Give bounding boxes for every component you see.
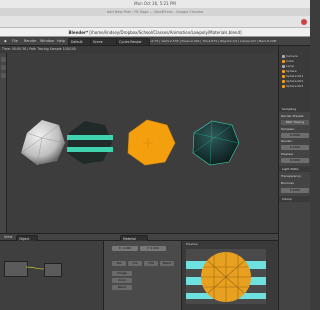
blender-title-prefix: Blender* (68, 30, 89, 35)
system-clock-bar: Mon Oct 26, 5:21 PM (0, 0, 310, 8)
properties-row: Samples: (281, 127, 295, 131)
clock-text: Mon Oct 26, 5:21 PM (134, 1, 176, 6)
browser-tab-strip[interactable] (0, 16, 310, 28)
properties-section-header[interactable]: Sampling (279, 106, 311, 112)
outliner-item-label: Sphere.002 (286, 79, 304, 83)
texture-tab[interactable]: Col (128, 261, 142, 266)
coord-field[interactable]: Y: 0.000 (140, 246, 166, 251)
outliner-item-label: Cube (286, 59, 294, 63)
tool-icon[interactable] (1, 65, 6, 70)
node-editor-header: View Object Material (0, 233, 278, 243)
object-icon (282, 79, 285, 83)
close-icon[interactable] (301, 19, 307, 25)
outliner-item-label: Sphere.003 (286, 84, 304, 88)
outliner-item-label: Camera (286, 54, 298, 58)
properties-row: Transparency (281, 174, 302, 178)
tool-icon[interactable] (1, 57, 6, 62)
texture-option[interactable]: Blend (112, 285, 132, 290)
tool-shelf (0, 53, 7, 233)
material-preview: Preview (182, 241, 278, 310)
value-field[interactable]: 0.1000 (281, 133, 309, 138)
scene-selector[interactable]: Scene (90, 38, 118, 46)
striped-sphere[interactable] (67, 121, 113, 164)
outliner-item[interactable]: Sphere.001 (282, 74, 308, 78)
outliner-item[interactable]: Sphere.003 (282, 84, 308, 88)
texture-tab[interactable]: Blend (160, 261, 174, 266)
browser-title: Add New Post ‹ PA Sage — WordPress - Goo… (106, 10, 204, 14)
outliner-item[interactable]: Sphere (282, 69, 308, 73)
menu-render[interactable]: Render (22, 38, 38, 45)
outliner-item-label: Sphere (286, 69, 297, 73)
blender-logo-icon[interactable]: ◆ (2, 38, 9, 45)
render-engine-selector[interactable]: Cycles Render (116, 38, 150, 46)
value-field[interactable]: 0.1000 (281, 145, 309, 150)
3d-viewport[interactable] (7, 53, 278, 233)
outliner-item-label: Sphere.001 (286, 74, 304, 78)
value-field[interactable]: 0.1000 (281, 188, 309, 193)
texture-tab[interactable]: Flat (144, 261, 158, 266)
texture-option[interactable]: Color (112, 278, 132, 283)
object-icon (282, 64, 285, 68)
white-sphere[interactable] (20, 120, 66, 166)
orange-sphere[interactable] (127, 119, 176, 166)
tool-icon[interactable] (1, 73, 6, 78)
preview-sphere (201, 252, 251, 302)
texture-panel: Tex Col Flat Blend Image Color Blend X: … (104, 241, 182, 310)
texture-tab[interactable]: Tex (112, 261, 126, 266)
value-field[interactable]: 0.1000 (281, 158, 309, 163)
object-icon (282, 74, 285, 78)
render-progress-text: Time: 00:00.38 | Path Tracing Sample 100… (2, 47, 76, 51)
viewport-info: Time: 00:00.38 | Path Tracing Sample 100… (0, 46, 278, 53)
coord-field[interactable]: X: 0.000 (112, 246, 138, 251)
object-icon (282, 69, 285, 73)
outliner-item[interactable]: Lamp (282, 64, 308, 68)
outliner-item[interactable]: Camera (282, 54, 308, 58)
menu-window[interactable]: Window (38, 38, 56, 45)
properties-row: Render: (281, 139, 293, 143)
menu-file[interactable]: File (10, 38, 20, 45)
outliner-item[interactable]: Cube (282, 59, 308, 63)
object-icon (282, 84, 285, 88)
properties-section-header[interactable]: Light Paths (279, 166, 311, 172)
properties-row: Render Presets (281, 114, 304, 118)
blender-file-path: [/home/lindsey/Dropbox/School/Classes/An… (89, 30, 242, 35)
scene-stats: v2.75 | Verts:2,536 | Faces:2,494 | Tris… (150, 39, 277, 43)
outliner-item-label: Lamp (286, 64, 295, 68)
dark-teal-sphere[interactable] (192, 120, 240, 166)
render-canvas[interactable] (7, 53, 278, 233)
blender-window-title: Blender* [/home/lindsey/Dropbox/School/C… (0, 28, 310, 37)
browser-title-bar: Add New Post ‹ PA Sage — WordPress - Goo… (0, 8, 310, 16)
view-menu[interactable]: View (2, 234, 14, 241)
preview-render (186, 249, 266, 304)
layout-selector[interactable]: Default (68, 38, 92, 46)
outliner-panel: Camera Cube Lamp Sphere Sphere.001 Spher… (278, 46, 310, 106)
properties-row: Bounces (281, 181, 294, 185)
object-icon (282, 59, 285, 63)
object-icon (282, 54, 285, 58)
node-editor[interactable] (0, 241, 104, 310)
node-links (25, 266, 45, 270)
integrator-selector[interactable]: Path Tracing (281, 120, 309, 125)
texture-option[interactable]: Image (112, 271, 132, 276)
outliner-item[interactable]: Sphere.002 (282, 79, 308, 83)
properties-section-header[interactable]: Clamp (279, 196, 311, 202)
properties-panel: Sampling Render Presets Path Tracing Sam… (278, 106, 311, 310)
menu-help[interactable]: Help (55, 38, 67, 45)
blender-menubar: ◆ File Render Window Help Default Scene … (0, 37, 310, 46)
properties-row: Preview: (281, 152, 294, 156)
